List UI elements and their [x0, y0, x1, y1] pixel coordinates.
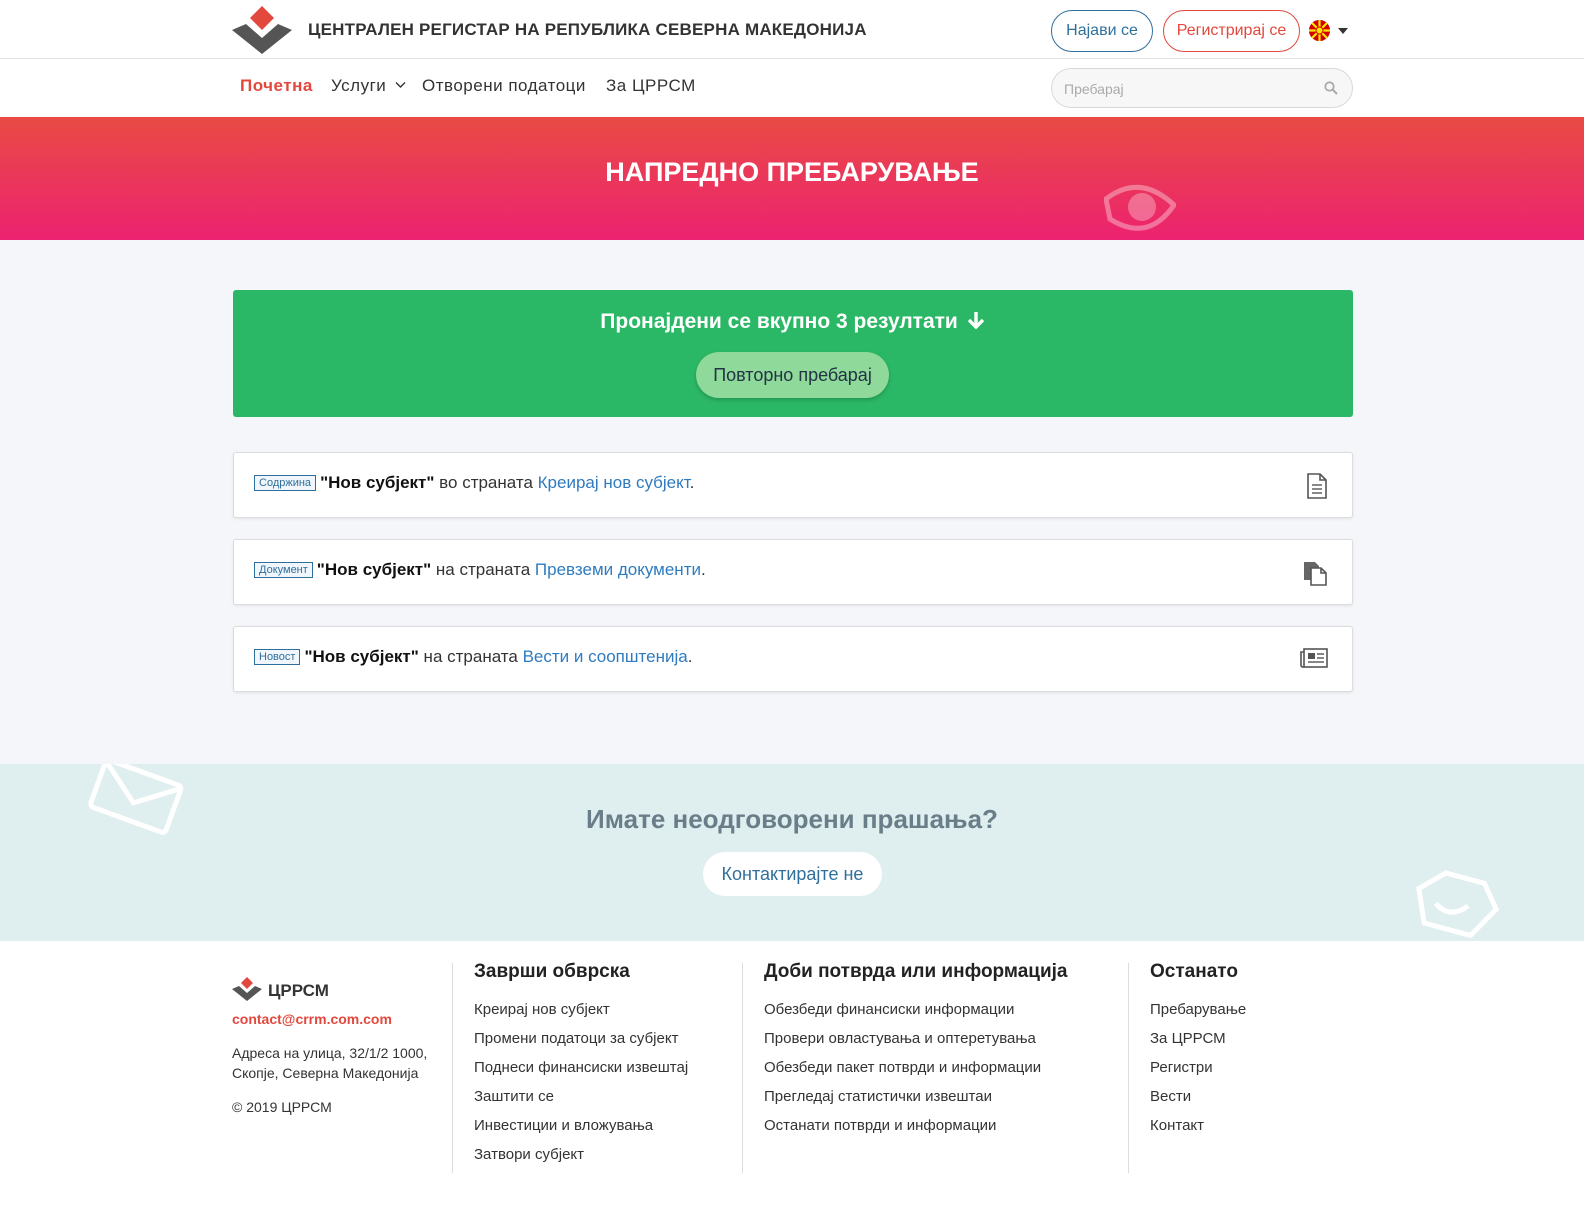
results-summary-box: Пронајдени се вкупно 3 резултати Повторн…: [233, 290, 1353, 417]
result-end: .: [687, 647, 693, 666]
macedonia-flag-icon[interactable]: [1309, 20, 1330, 41]
result-term: "Нов субјект": [320, 473, 435, 492]
result-link[interactable]: Креирај нов субјект: [538, 473, 690, 492]
page-title: НАПРЕДНО ПРЕБАРУВАЊЕ: [605, 157, 979, 187]
search-icon[interactable]: [1324, 81, 1338, 95]
footer-link[interactable]: Контакт: [1150, 1111, 1246, 1140]
result-link[interactable]: Вести и соопштенија: [523, 647, 688, 666]
nav-item-services[interactable]: Услуги: [331, 76, 406, 96]
hero-banner: НАПРЕДНО ПРЕБАРУВАЊЕ: [0, 117, 1584, 240]
footer-link[interactable]: Промени податоци за субјект: [474, 1024, 688, 1053]
footer-link[interactable]: Затвори субјект: [474, 1140, 688, 1169]
footer-copyright: © 2019 ЦРРСМ: [232, 1099, 332, 1115]
search-box: [1051, 68, 1353, 108]
footer-link[interactable]: За ЦРРСМ: [1150, 1024, 1246, 1053]
documents-icon: [1304, 562, 1327, 586]
questions-section: Имате неодговорени прашања? Контактирајт…: [0, 764, 1584, 941]
footer-column: Останато Пребарување За ЦРРСМ Регистри В…: [1150, 961, 1246, 1140]
search-again-button[interactable]: Повторно пребарај: [696, 352, 889, 398]
result-connector: на страната: [431, 560, 535, 579]
footer-link[interactable]: Инвестиции и вложувања: [474, 1111, 688, 1140]
footer-column-title: Заврши обврска: [474, 961, 630, 982]
arrow-down-icon: [967, 312, 984, 330]
result-term: "Нов субјект": [316, 560, 432, 579]
footer-logo[interactable]: [232, 977, 262, 1001]
eye-icon: [1104, 184, 1176, 231]
result-line: Документ "Нов субјект" на страната Превзе…: [254, 560, 706, 580]
footer-link[interactable]: Регистри: [1150, 1053, 1246, 1082]
chat-bubble-icon: [1416, 870, 1500, 939]
nav-item-home[interactable]: Почетна: [240, 76, 313, 96]
language-dropdown-caret-icon[interactable]: [1338, 28, 1348, 34]
result-card: Содржина "Нов субјект" во страната Креира…: [233, 452, 1353, 518]
document-icon: [1307, 473, 1327, 499]
footer-column: Заврши обврска Креирај нов субјект Проме…: [474, 961, 688, 1169]
footer-column-title: Останато: [1150, 961, 1238, 982]
footer-email[interactable]: contact@crrm.com.com: [232, 1011, 392, 1027]
footer-link[interactable]: Обезбеди финансиски информации: [764, 995, 1067, 1024]
result-link[interactable]: Превземи документи: [535, 560, 701, 579]
footer-brand: ЦРРСМ: [268, 981, 329, 1000]
footer-link[interactable]: Провери овластувања и оптеретувања: [764, 1024, 1067, 1053]
main-nav: Почетна Услуги Отворени податоци За ЦРРС…: [0, 60, 1584, 117]
nav-item-about[interactable]: За ЦРРСМ: [606, 76, 696, 96]
results-summary-text: Пронајдени се вкупно 3 резултати: [600, 310, 958, 333]
result-card: Новост "Нов субјект" на страната Вести и …: [233, 626, 1353, 692]
footer-link[interactable]: Заштити се: [474, 1082, 688, 1111]
footer-link[interactable]: Пребарување: [1150, 995, 1246, 1024]
footer: ЦРРСМ contact@crrm.com.com Адреса на ули…: [0, 941, 1584, 1207]
footer-divider: [452, 963, 453, 1173]
nav-item-services-label: Услуги: [331, 76, 387, 95]
footer-divider: [742, 963, 743, 1173]
chevron-down-icon: [395, 82, 406, 88]
footer-link[interactable]: Прегледај статистички извештаи: [764, 1082, 1067, 1111]
nav-item-open-data[interactable]: Отворени податоци: [422, 76, 586, 96]
footer-link[interactable]: Креирај нов субјект: [474, 995, 688, 1024]
top-header: ЦЕНТРАЛЕН РЕГИСТАР НА РЕПУБЛИКА СЕВЕРНА …: [0, 0, 1584, 59]
result-type-tag: Документ: [254, 562, 313, 578]
results-summary: Пронајдени се вкупно 3 резултати: [233, 310, 1353, 334]
result-end: .: [689, 473, 695, 492]
result-card: Документ "Нов субјект" на страната Превзе…: [233, 539, 1353, 605]
search-input[interactable]: [1064, 78, 1304, 100]
result-connector: во страната: [434, 473, 538, 492]
contact-us-button[interactable]: Контактирајте не: [703, 852, 882, 896]
result-type-tag: Содржина: [254, 475, 317, 491]
questions-title: Имате неодговорени прашања?: [586, 804, 998, 834]
site-title[interactable]: ЦЕНТРАЛЕН РЕГИСТАР НА РЕПУБЛИКА СЕВЕРНА …: [308, 20, 867, 40]
newspaper-icon: [1300, 648, 1328, 668]
result-type-tag: Новост: [254, 649, 301, 665]
footer-link[interactable]: Обезбеди пакет потврди и информации: [764, 1053, 1067, 1082]
crrsm-logo[interactable]: [232, 6, 292, 54]
register-button[interactable]: Регистрирај се: [1163, 10, 1300, 52]
result-line: Содржина "Нов субјект" во страната Креира…: [254, 473, 694, 493]
result-connector: на страната: [418, 647, 523, 666]
footer-link[interactable]: Вести: [1150, 1082, 1246, 1111]
search-results-section: Пронајдени се вкупно 3 резултати Повторн…: [0, 240, 1584, 764]
login-button[interactable]: Најави се: [1051, 10, 1153, 52]
footer-column: Доби потврда или информација Обезбеди фи…: [764, 961, 1067, 1140]
result-term: "Нов субјект": [304, 647, 419, 666]
result-end: .: [700, 560, 706, 579]
footer-address: Адреса на улица, 32/1/2 1000, Скопје, Се…: [232, 1045, 428, 1081]
result-line: Новост "Нов субјект" на страната Вести и …: [254, 647, 692, 667]
footer-divider: [1128, 963, 1129, 1173]
footer-column-title: Доби потврда или информација: [764, 961, 1068, 982]
footer-link[interactable]: Останати потврди и информации: [764, 1111, 1067, 1140]
footer-link[interactable]: Поднеси финансиски извештај: [474, 1053, 688, 1082]
